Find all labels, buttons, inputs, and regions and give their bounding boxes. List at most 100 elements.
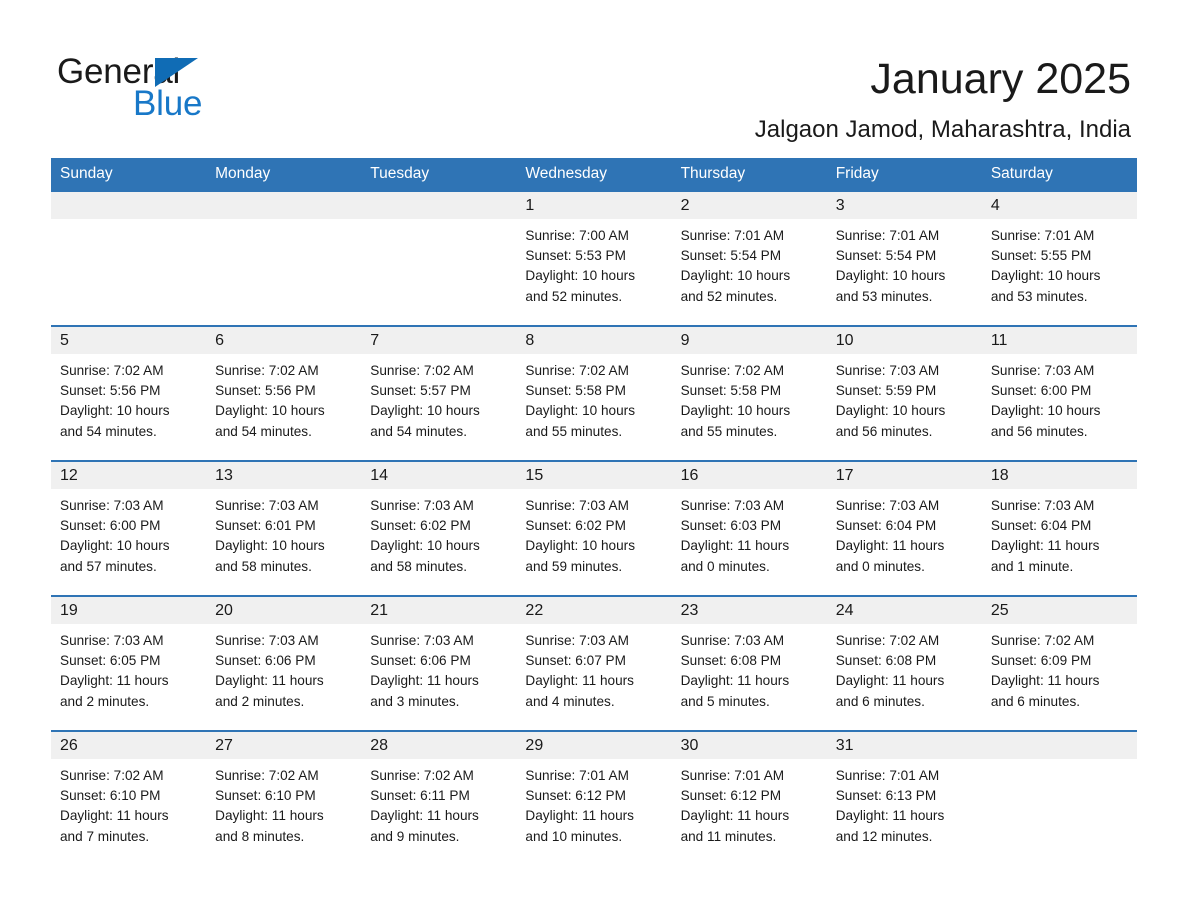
day-number: 13 [206,462,362,489]
day-cell-inner: 18 Sunrise: 7:03 AM Sunset: 6:04 PM Dayligh… [981,462,1137,595]
calendar-day-cell[interactable]: 25 Sunrise: 7:02 AM Sunset: 6:09 PM Dayligh… [981,595,1137,731]
calendar-day-cell[interactable]: 14 Sunrise: 7:03 AM Sunset: 6:02 PM Dayligh… [361,460,517,596]
sunrise-text: Sunrise: 7:02 AM [680,363,785,378]
day-cell-inner: 24 Sunrise: 7:02 AM Sunset: 6:08 PM Dayligh… [826,597,982,730]
calendar-day-cell[interactable]: 20 Sunrise: 7:03 AM Sunset: 6:06 PM Dayligh… [206,595,362,731]
day-number: 1 [516,192,672,219]
weekday-header-thursday: Thursday [671,158,827,191]
weekday-header-friday: Friday [826,158,982,191]
day-cell-inner: 20 Sunrise: 7:03 AM Sunset: 6:06 PM Dayligh… [206,597,362,730]
day-details: Sunrise: 7:02 AM Sunset: 5:58 PM Daylight:… [516,354,671,442]
daylight-text-line1: Daylight: 11 hours [525,673,634,689]
calendar-day-cell[interactable]: 4 Sunrise: 7:01 AM Sunset: 5:55 PM Daylight… [981,190,1137,326]
day-number: 11 [981,327,1137,354]
daylight-text-line2: and 58 minutes. [370,558,468,574]
calendar-day-cell[interactable]: 22 Sunrise: 7:03 AM Sunset: 6:07 PM Dayligh… [516,595,672,731]
day-number: 5 [51,327,207,354]
sunset-text: Sunset: 6:02 PM [370,518,471,534]
calendar-day-cell[interactable]: 3 Sunrise: 7:01 AM Sunset: 5:54 PM Daylight… [826,190,982,326]
calendar-day-cell[interactable]: 16 Sunrise: 7:03 AM Sunset: 6:03 PM Dayligh… [671,460,827,596]
day-cell-inner: 11 Sunrise: 7:03 AM Sunset: 6:00 PM Dayligh… [981,327,1137,460]
sunset-text: Sunset: 5:58 PM [680,383,782,399]
daylight-text-line2: and 7 minutes. [60,828,150,844]
sunrise-text: Sunrise: 7:00 AM [525,228,629,243]
sunset-text: Sunset: 5:56 PM [60,383,161,399]
day-cell-inner: 29 Sunrise: 7:01 AM Sunset: 6:12 PM Dayligh… [516,732,672,865]
calendar-day-cell[interactable]: 23 Sunrise: 7:03 AM Sunset: 6:08 PM Dayligh… [671,595,827,731]
daylight-text-line2: and 8 minutes. [215,828,305,844]
daylight-text-line1: Daylight: 10 hours [60,538,170,554]
daylight-text-line1: Daylight: 11 hours [60,808,169,824]
calendar-day-cell[interactable]: 21 Sunrise: 7:03 AM Sunset: 6:06 PM Dayligh… [361,595,517,731]
calendar-day-cell[interactable]: 29 Sunrise: 7:01 AM Sunset: 6:12 PM Dayligh… [516,730,672,865]
day-details: Sunrise: 7:01 AM Sunset: 5:55 PM Daylight:… [982,219,1137,307]
calendar-day-cell[interactable]: 8 Sunrise: 7:02 AM Sunset: 5:58 PM Daylight… [516,325,672,461]
calendar-day-cell[interactable]: 19 Sunrise: 7:03 AM Sunset: 6:05 PM Dayligh… [51,595,207,731]
day-cell-inner: 23 Sunrise: 7:03 AM Sunset: 6:08 PM Dayligh… [671,597,827,730]
day-number: 6 [206,327,362,354]
calendar-day-cell[interactable]: 18 Sunrise: 7:03 AM Sunset: 6:04 PM Dayligh… [981,460,1137,596]
sunrise-text: Sunrise: 7:03 AM [215,633,319,648]
calendar-day-cell[interactable]: 5 Sunrise: 7:02 AM Sunset: 5:56 PM Daylight… [51,325,207,461]
daylight-text-line1: Daylight: 10 hours [835,403,946,419]
calendar-day-cell[interactable]: 12 Sunrise: 7:03 AM Sunset: 6:00 PM Dayligh… [51,460,207,596]
daylight-text-line2: and 54 minutes. [370,423,468,439]
day-details: Sunrise: 7:01 AM Sunset: 6:13 PM Daylight:… [827,759,982,847]
calendar-day-cell[interactable]: 1 Sunrise: 7:00 AM Sunset: 5:53 PM Daylight… [516,190,672,326]
calendar-day-cell[interactable]: 17 Sunrise: 7:03 AM Sunset: 6:04 PM Dayligh… [826,460,982,596]
sunrise-text: Sunrise: 7:01 AM [680,228,785,243]
daylight-text-line1: Daylight: 10 hours [990,403,1101,419]
sunrise-text: Sunrise: 7:02 AM [525,363,629,378]
day-details: Sunrise: 7:02 AM Sunset: 6:08 PM Daylight:… [827,624,982,712]
sunrise-text: Sunrise: 7:02 AM [370,363,474,378]
calendar-day-cell[interactable]: 6 Sunrise: 7:02 AM Sunset: 5:56 PM Daylight… [206,325,362,461]
day-details: Sunrise: 7:01 AM Sunset: 5:54 PM Daylight:… [672,219,827,307]
sunset-text: Sunset: 6:01 PM [215,518,316,534]
calendar-day-cell[interactable]: 9 Sunrise: 7:02 AM Sunset: 5:58 PM Daylight… [671,325,827,461]
sunset-text: Sunset: 6:00 PM [990,383,1092,399]
day-details: Sunrise: 7:03 AM Sunset: 6:00 PM Daylight:… [982,354,1137,442]
sunrise-text: Sunrise: 7:02 AM [215,768,319,783]
day-cell-inner: 21 Sunrise: 7:03 AM Sunset: 6:06 PM Dayligh… [361,597,517,730]
daylight-text-line2: and 52 minutes. [680,288,778,304]
day-details: Sunrise: 7:03 AM Sunset: 6:04 PM Daylight:… [827,489,982,577]
sunrise-text: Sunrise: 7:01 AM [990,228,1095,243]
calendar-day-cell[interactable]: 10 Sunrise: 7:03 AM Sunset: 5:59 PM Dayligh… [826,325,982,461]
calendar-day-cell[interactable]: 30 Sunrise: 7:01 AM Sunset: 6:12 PM Dayligh… [671,730,827,865]
daylight-text-line2: and 1 minute. [990,558,1074,574]
daylight-text-line1: Daylight: 10 hours [60,403,170,419]
calendar-day-cell[interactable]: 15 Sunrise: 7:03 AM Sunset: 6:02 PM Dayligh… [516,460,672,596]
sunset-text: Sunset: 5:54 PM [680,248,782,264]
page-title: January 2025 [870,55,1131,103]
page-header: General Blue January 2025 Jalgaon Jamod,… [0,0,1188,158]
calendar-day-cell[interactable]: 2 Sunrise: 7:01 AM Sunset: 5:54 PM Daylight… [671,190,827,326]
day-cell-inner [981,732,1137,865]
day-cell-inner: 17 Sunrise: 7:03 AM Sunset: 6:04 PM Dayligh… [826,462,982,595]
daylight-text-line2: and 10 minutes. [525,828,623,844]
calendar-day-cell[interactable]: 7 Sunrise: 7:02 AM Sunset: 5:57 PM Daylight… [361,325,517,461]
day-number: 12 [51,462,207,489]
calendar-day-cell[interactable]: 26 Sunrise: 7:02 AM Sunset: 6:10 PM Dayligh… [51,730,207,865]
calendar-day-cell[interactable]: 28 Sunrise: 7:02 AM Sunset: 6:11 PM Dayligh… [361,730,517,865]
calendar-day-cell[interactable]: 31 Sunrise: 7:01 AM Sunset: 6:13 PM Dayligh… [826,730,982,865]
calendar-day-cell[interactable]: 13 Sunrise: 7:03 AM Sunset: 6:01 PM Dayligh… [206,460,362,596]
day-cell-inner: 2 Sunrise: 7:01 AM Sunset: 5:54 PM Daylight… [671,192,827,325]
daylight-text-line1: Daylight: 10 hours [525,403,635,419]
calendar-week-row: 1 Sunrise: 7:00 AM Sunset: 5:53 PM Daylight… [51,190,1137,326]
logo-triangle-icon [155,58,198,87]
page-location: Jalgaon Jamod, Maharashtra, India [754,116,1131,143]
day-details: Sunrise: 7:03 AM Sunset: 6:02 PM Daylight:… [361,489,516,577]
day-cell-inner: 12 Sunrise: 7:03 AM Sunset: 6:00 PM Dayligh… [51,462,207,595]
day-number: 24 [826,597,982,624]
calendar-day-cell[interactable]: 24 Sunrise: 7:02 AM Sunset: 6:08 PM Dayligh… [826,595,982,731]
calendar-day-cell[interactable]: 11 Sunrise: 7:03 AM Sunset: 6:00 PM Dayligh… [981,325,1137,461]
calendar-day-cell[interactable]: 27 Sunrise: 7:02 AM Sunset: 6:10 PM Dayligh… [206,730,362,865]
daylight-text-line2: and 0 minutes. [680,558,770,574]
day-details: Sunrise: 7:02 AM Sunset: 5:56 PM Daylight:… [206,354,361,442]
daylight-text-line2: and 54 minutes. [215,423,312,439]
calendar-body: 1 Sunrise: 7:00 AM Sunset: 5:53 PM Daylight… [51,190,1137,865]
day-cell-inner: 14 Sunrise: 7:03 AM Sunset: 6:02 PM Dayligh… [361,462,517,595]
day-number: 28 [361,732,517,759]
sunset-text: Sunset: 6:11 PM [370,788,470,804]
day-details: Sunrise: 7:02 AM Sunset: 6:10 PM Daylight:… [51,759,206,847]
